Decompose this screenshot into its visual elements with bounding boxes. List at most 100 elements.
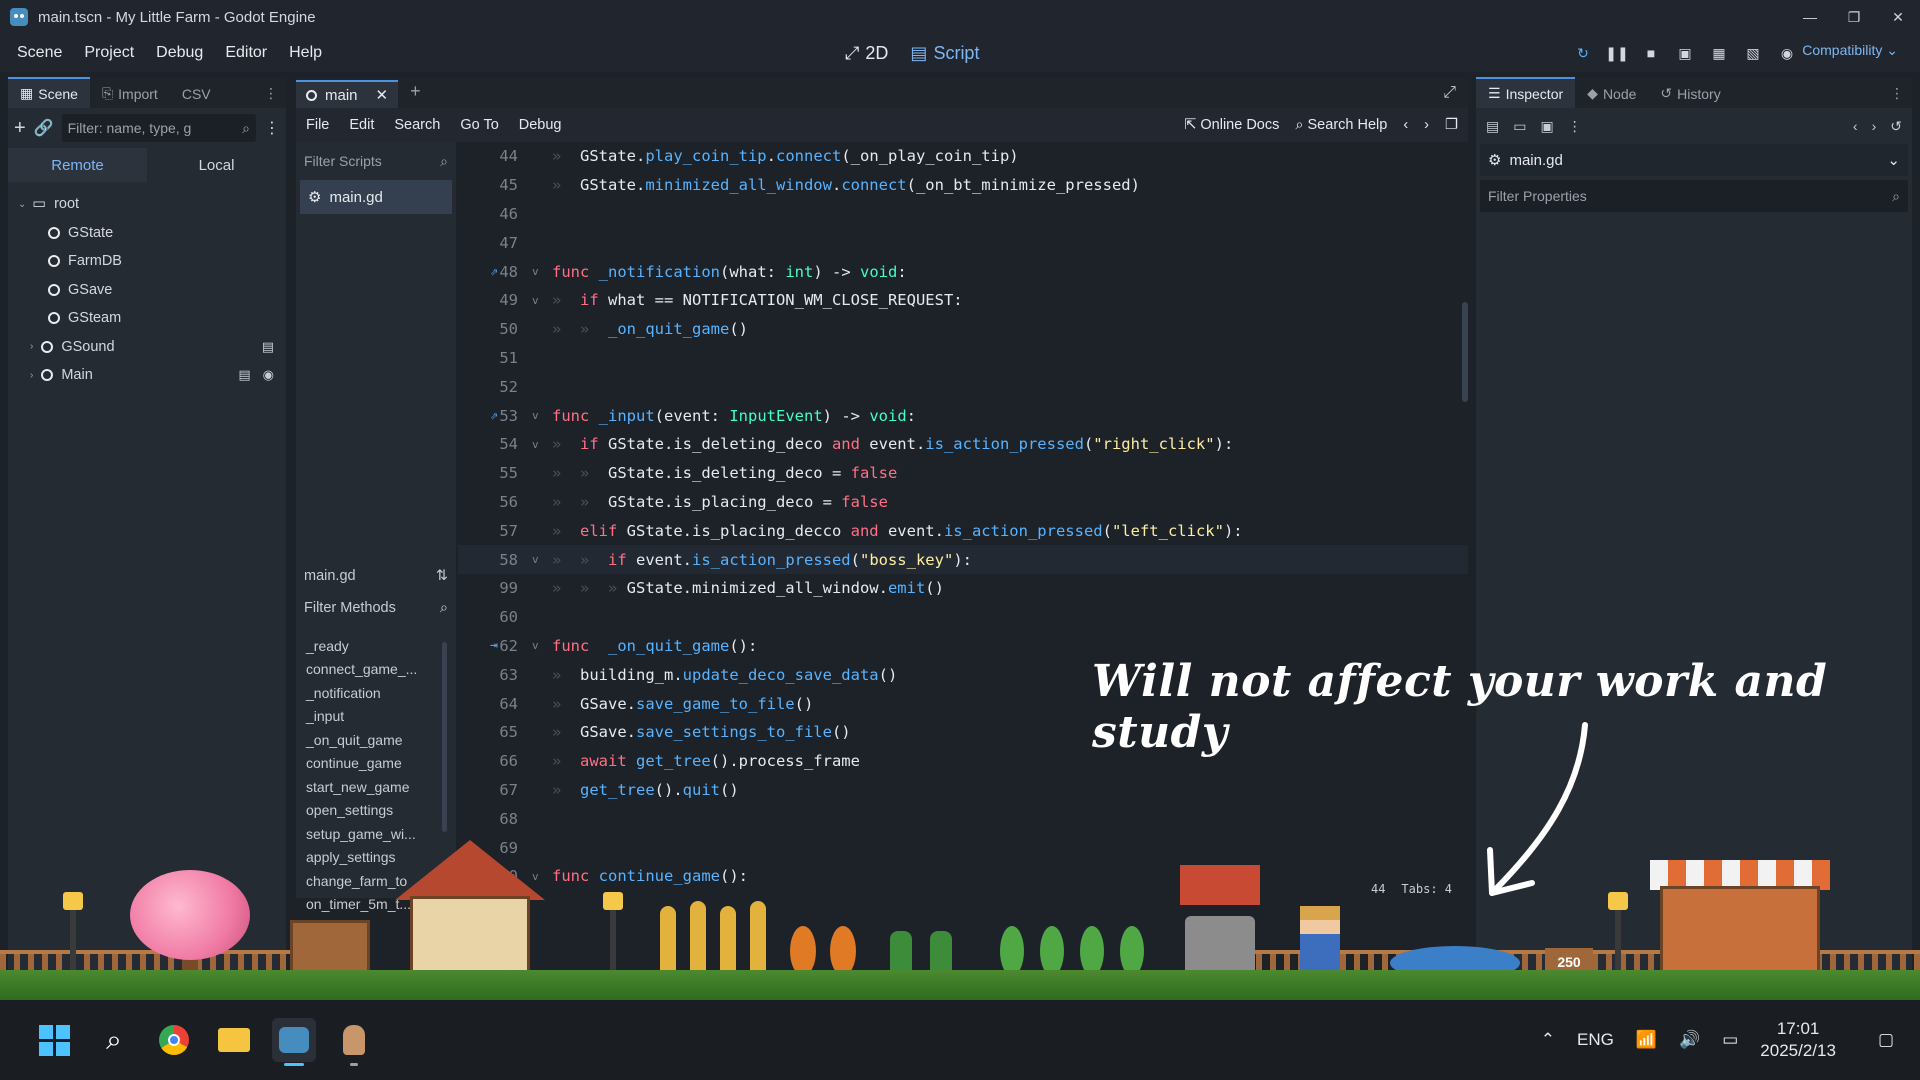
battery-icon[interactable]: ▭ [1722,1030,1738,1050]
next-object-icon[interactable]: › [1872,118,1877,134]
tree-node-root[interactable]: ⌄ ▭ root [8,190,286,219]
fold-arrow-icon[interactable]: v [532,294,552,307]
chevron-up-icon[interactable]: ⌃ [1541,1030,1555,1050]
run-custom-scene-icon[interactable]: ▧ [1742,42,1764,64]
tree-node-farmdb[interactable]: FarmDB [8,247,286,276]
tab-main[interactable]: main ✕ [296,80,399,108]
code-line[interactable]: 54 v» if GState.is_deleting_deco and even… [458,430,1468,459]
menu-debug[interactable]: Debug [145,44,214,62]
wifi-icon[interactable]: 📶 [1636,1030,1657,1050]
language-indicator[interactable]: ENG [1577,1030,1614,1050]
script-menu-goto[interactable]: Go To [450,117,508,133]
scene-menu-icon[interactable]: ⋮ [264,118,280,138]
remote-deploy-icon[interactable]: ▣ [1674,42,1696,64]
method-item[interactable]: start_new_game [296,775,444,799]
pause-icon[interactable]: ❚❚ [1605,42,1628,64]
tree-node-main[interactable]: › Main ▤ ◉ [8,361,286,390]
code-line[interactable]: 58 v» » if event.is_action_pressed("boss_… [458,545,1468,574]
method-item[interactable]: continue_game [296,752,444,776]
inspected-resource[interactable]: ⚙ main.gd ⌄ [1480,144,1908,176]
sort-icon[interactable]: ⇅ [436,568,448,584]
filter-properties-input[interactable]: Filter Properties ⌕ [1480,180,1908,212]
visibility-eye-icon[interactable]: ◉ [263,367,274,383]
override-icon[interactable]: ⇗ [490,264,498,279]
reload-icon[interactable]: ↻ [1572,42,1594,64]
run-scene-icon[interactable]: ▦ [1708,42,1730,64]
method-item[interactable]: connect_game_... [296,658,444,682]
farm-game-icon[interactable] [332,1018,376,1066]
menu-project[interactable]: Project [73,44,145,62]
filter-scripts-input[interactable]: Filter Scripts ⌕ [300,146,452,176]
stop-icon[interactable]: ■ [1640,42,1662,64]
code-line[interactable]: 47 [458,228,1468,257]
online-docs-button[interactable]: ⇱ Online Docs [1184,117,1279,133]
object-history-icon[interactable]: ↺ [1890,118,1902,135]
tab-import[interactable]: ⎘ Import [90,79,170,108]
history-forward-icon[interactable]: › [1424,117,1429,133]
code-line[interactable]: 44 » GState.play_coin_tip.connect(_on_pla… [458,142,1468,171]
editor-scrollbar[interactable] [1462,302,1468,402]
add-tab-icon[interactable]: + [398,81,433,108]
history-back-icon[interactable]: ‹ [1403,117,1408,133]
new-resource-icon[interactable]: ▤ [1486,118,1499,135]
script-menu-edit[interactable]: Edit [339,117,384,133]
search-help-button[interactable]: ⌕ Search Help [1295,117,1387,133]
volume-icon[interactable]: 🔊 [1679,1030,1700,1050]
code-line[interactable]: 50 » » _on_quit_game() [458,315,1468,344]
code-line[interactable]: 49 v» if what == NOTIFICATION_WM_CLOSE_RE… [458,286,1468,315]
code-line[interactable]: 45 » GState.minimized_all_window.connect(… [458,171,1468,200]
add-node-icon[interactable]: + [14,117,26,140]
tab-node[interactable]: ◆ Node [1575,79,1648,108]
method-list-scrollbar[interactable] [442,642,447,832]
filter-methods-input[interactable]: Filter Methods ⌕ [296,592,456,624]
tab-csv[interactable]: CSV [170,80,223,108]
override-icon[interactable]: ⇗ [490,408,498,423]
menu-editor[interactable]: Editor [214,44,278,62]
restore-button[interactable]: ❐ [1832,0,1876,34]
scene-filter-input[interactable]: Filter: name, type, g ⌕ [61,114,256,142]
search-icon[interactable]: ⌕ [92,1018,136,1062]
save-icon[interactable]: ▣ [1540,118,1553,135]
clapper-icon[interactable]: ▤ [238,367,250,383]
tree-node-gsave[interactable]: GSave [8,276,286,305]
code-line[interactable]: 52 [458,372,1468,401]
dock-menu-icon[interactable]: ⋮ [1882,79,1912,108]
close-icon[interactable]: ✕ [376,86,389,104]
script-menu-debug[interactable]: Debug [509,117,572,133]
dock-menu-icon[interactable]: ⋮ [256,79,286,108]
tree-node-gsteam[interactable]: GSteam [8,304,286,333]
method-item[interactable]: _on_quit_game [296,728,444,752]
workspace-2d-tab[interactable]: ⤢ 2D [845,43,888,64]
code-line[interactable]: 46 [458,200,1468,229]
clapper-icon[interactable]: ▤ [262,339,274,355]
code-line[interactable]: 68 [458,804,1468,833]
code-line[interactable]: ⇗ 53 v func _input(event: InputEvent) -> vo… [458,401,1468,430]
godot-taskbar-icon[interactable] [272,1018,316,1066]
script-menu-file[interactable]: File [296,117,339,133]
code-line[interactable]: 99 » » » GState.minimized_all_window.emit… [458,574,1468,603]
open-folder-icon[interactable]: ▭ [1513,118,1526,135]
clock[interactable]: 17:01 2025/2/13 [1760,1018,1836,1062]
prev-object-icon[interactable]: ‹ [1853,118,1858,134]
fold-arrow-icon[interactable]: v [532,265,552,278]
code-line[interactable]: 57 » elif GState.is_placing_decco and eve… [458,516,1468,545]
minimize-button[interactable]: — [1788,0,1832,34]
method-item[interactable]: _input [296,705,444,729]
code-editor[interactable]: 44» GState.play_coin_tip.connect(_on_pla… [458,142,1468,898]
windows-start-icon[interactable] [32,1018,76,1062]
method-item[interactable]: _ready [296,634,444,658]
close-window-button[interactable]: ✕ [1876,0,1920,34]
code-line[interactable]: 56 » » GState.is_placing_deco = false [458,488,1468,517]
notification-icon[interactable]: ▢ [1878,1030,1894,1050]
fold-arrow-icon[interactable]: v [532,409,552,422]
movie-maker-icon[interactable]: ◉ [1776,42,1798,64]
fold-arrow-icon[interactable]: v [532,639,552,652]
tab-scene[interactable]: ▦ Scene [8,77,90,108]
connected-signal-icon[interactable]: ⇥ [490,638,498,653]
fold-arrow-icon[interactable]: v [532,438,552,451]
fullscreen-icon[interactable]: ⤢ [1431,84,1468,108]
float-window-icon[interactable]: ❐ [1445,117,1458,133]
renderer-selector[interactable]: Compatibility ⌄ [1802,42,1898,59]
method-item[interactable]: _notification [296,681,444,705]
fold-arrow-icon[interactable]: v [532,553,552,566]
